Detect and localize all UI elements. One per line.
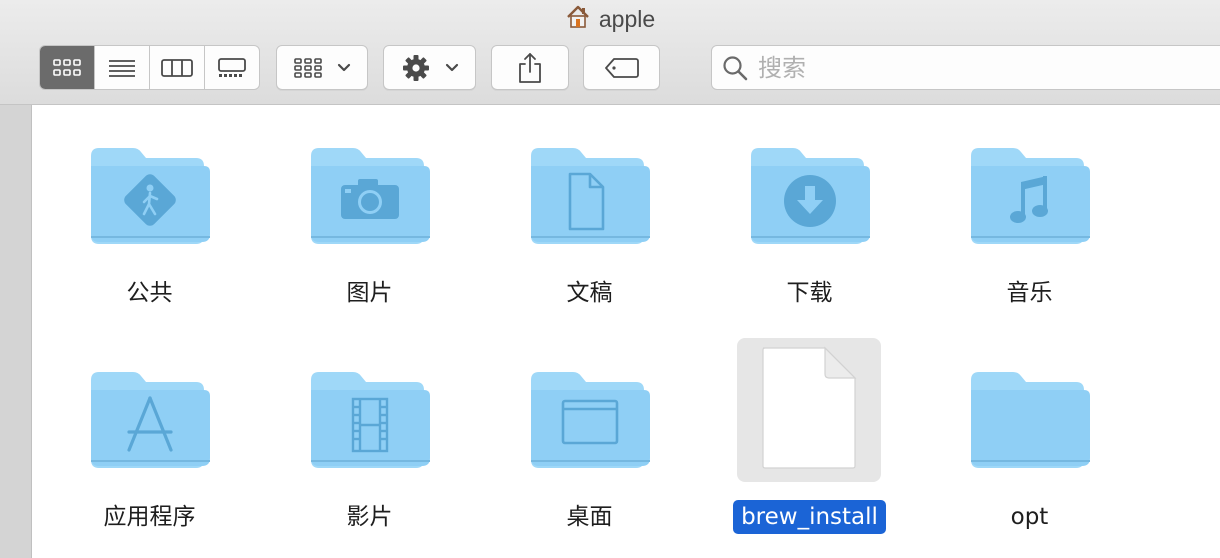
- gear-icon: [402, 54, 429, 81]
- icon-view-button[interactable]: [40, 46, 95, 89]
- folder-icon: [517, 352, 661, 496]
- search-icon: [723, 55, 748, 80]
- grid-item-movies[interactable]: 影片: [252, 352, 442, 552]
- folder-icon: [77, 128, 221, 272]
- sidebar: [0, 105, 32, 558]
- tag-button[interactable]: [583, 45, 660, 90]
- public-icon: [124, 174, 176, 226]
- document-icon: [568, 172, 605, 231]
- view-mode-control: [39, 45, 260, 90]
- file-name: brew_install: [692, 500, 927, 534]
- file-name: 音乐: [1006, 280, 1053, 306]
- grid-item-music[interactable]: 音乐: [912, 128, 1102, 328]
- action-button[interactable]: [383, 45, 476, 90]
- folder-icon: [517, 128, 661, 272]
- grid-item-downloads[interactable]: 下载: [692, 128, 882, 328]
- window-title: apple: [0, 4, 1220, 34]
- window-title-text: apple: [598, 5, 656, 32]
- icon-view-icon: [53, 58, 81, 76]
- grid-item-desktop[interactable]: 桌面: [472, 352, 662, 552]
- gallery-view-icon: [218, 57, 246, 77]
- finder-window: apple 搜索 公共 图片 文稿 下载 音乐 应用程序 影片 桌面 brew_…: [0, 0, 1220, 558]
- desktop-icon: [561, 399, 619, 445]
- column-view-icon: [161, 58, 193, 77]
- file-name: 公共: [126, 280, 173, 306]
- file-name: 应用程序: [103, 504, 196, 530]
- file-name: opt: [1010, 504, 1049, 530]
- file-icon: [737, 338, 881, 482]
- file-name: 文稿: [566, 280, 613, 306]
- tag-icon: [604, 57, 639, 78]
- home-icon: [565, 4, 591, 34]
- folder-icon: [737, 128, 881, 272]
- search-field[interactable]: [711, 45, 1220, 90]
- file-name: 图片: [346, 280, 393, 306]
- share-icon: [519, 52, 541, 83]
- grid-item-opt[interactable]: opt: [912, 352, 1102, 552]
- grid-group-icon: [294, 57, 322, 78]
- film-icon: [351, 397, 389, 453]
- grid-item-public[interactable]: 公共: [32, 128, 222, 328]
- music-icon: [1010, 176, 1048, 223]
- folder-icon: [297, 128, 441, 272]
- grid-item-applications[interactable]: 应用程序: [32, 352, 222, 552]
- list-view-icon: [109, 59, 135, 77]
- download-icon: [784, 175, 836, 227]
- chevron-down-icon: [445, 63, 458, 71]
- folder-icon: [297, 352, 441, 496]
- gallery-view-button[interactable]: [205, 46, 259, 89]
- share-button[interactable]: [491, 45, 569, 90]
- folder-icon: [957, 128, 1101, 272]
- grid-item-brew-install[interactable]: brew_install: [692, 338, 886, 552]
- blank-file-icon: [762, 346, 857, 469]
- folder-icon: [77, 352, 221, 496]
- toolbar: apple: [0, 0, 1220, 105]
- grid-item-documents[interactable]: 文稿: [472, 128, 662, 328]
- camera-icon: [341, 179, 399, 219]
- file-name: 下载: [786, 280, 833, 306]
- chevron-down-icon: [337, 63, 351, 71]
- plain-folder-icon: [957, 352, 1101, 496]
- group-button[interactable]: [276, 45, 368, 90]
- grid-item-pictures[interactable]: 图片: [252, 128, 442, 328]
- file-name: 桌面: [566, 504, 613, 530]
- file-name: 影片: [346, 504, 393, 530]
- search-input[interactable]: [756, 52, 1180, 83]
- list-view-button[interactable]: [95, 46, 150, 89]
- selected-file-name: brew_install: [733, 500, 886, 534]
- column-view-button[interactable]: [150, 46, 205, 89]
- app-store-icon: [127, 396, 173, 452]
